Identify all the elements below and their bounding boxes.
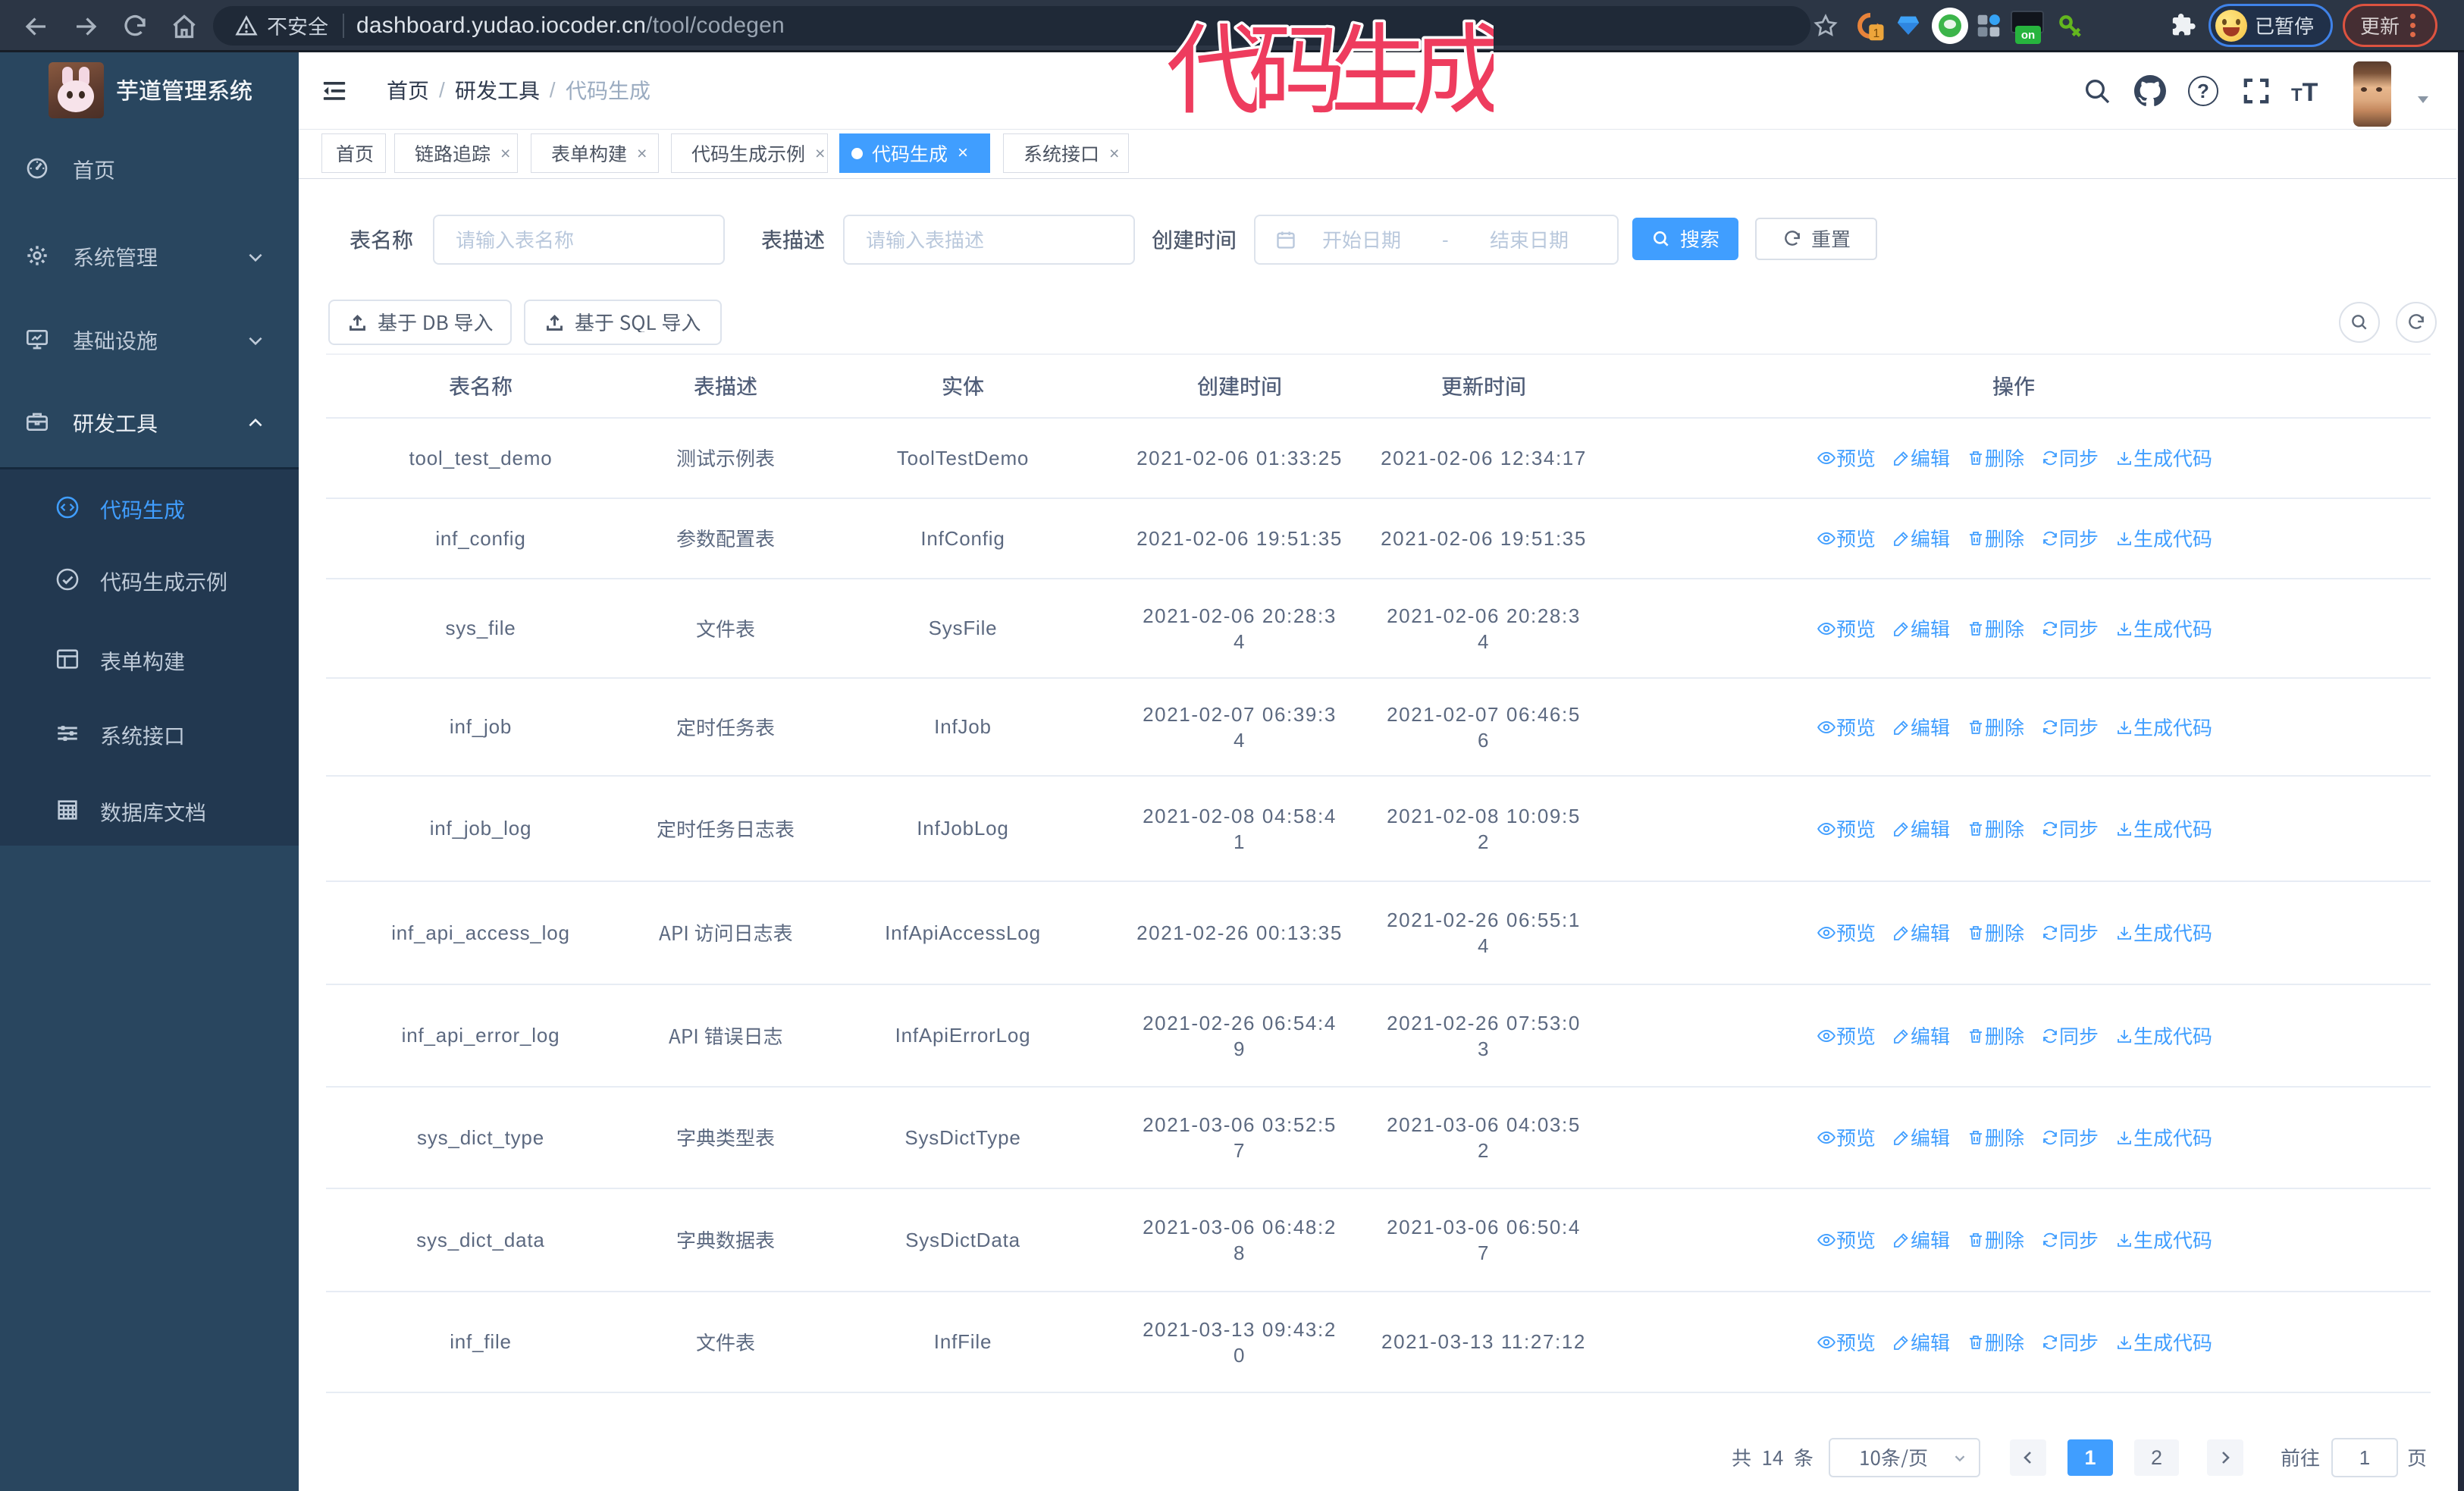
svg-text:1: 1 — [1873, 27, 1879, 40]
